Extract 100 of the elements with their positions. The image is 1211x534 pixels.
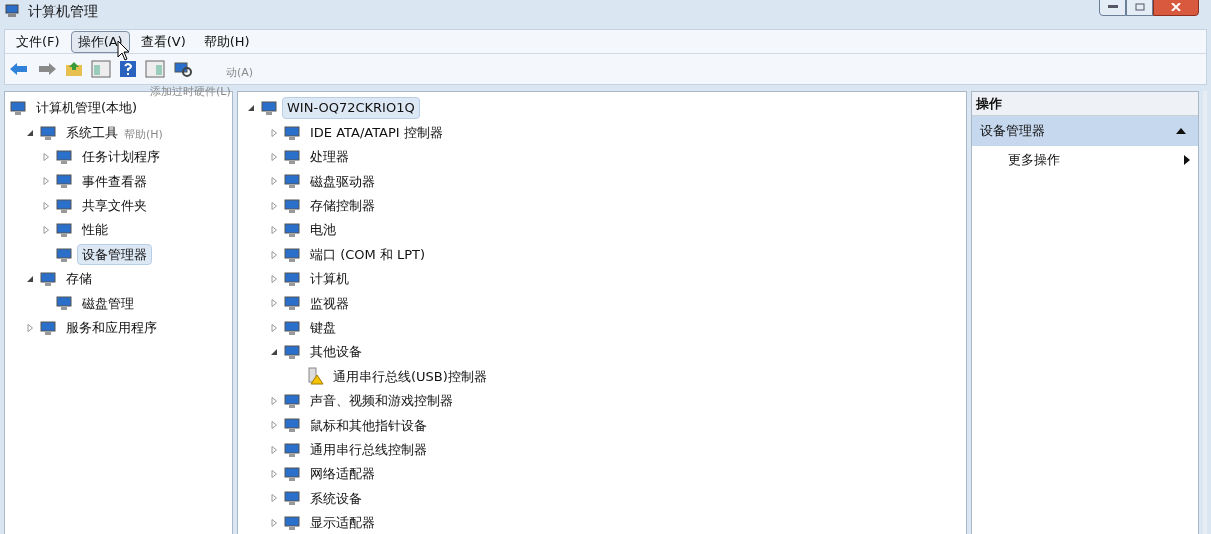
collapsed-arrow-icon[interactable] xyxy=(269,298,279,309)
collapsed-arrow-icon[interactable] xyxy=(269,176,279,187)
expanded-arrow-icon[interactable] xyxy=(246,103,256,114)
expanded-arrow-icon[interactable] xyxy=(269,347,279,358)
collapsed-arrow-icon[interactable] xyxy=(269,444,279,455)
device-icon xyxy=(283,246,301,263)
window-title: 计算机管理 xyxy=(28,1,98,21)
minimize-icon xyxy=(1107,5,1118,9)
collapsed-arrow-icon[interactable] xyxy=(269,225,279,236)
close-button[interactable] xyxy=(1153,0,1199,16)
minimize-button[interactable] xyxy=(1099,0,1126,16)
device-icon xyxy=(55,148,73,165)
tree-item[interactable]: 系统工具 xyxy=(61,121,123,144)
device-icon xyxy=(9,100,27,117)
actions-section-header[interactable]: 设备管理器 xyxy=(972,116,1198,146)
forward-arrow-icon[interactable] xyxy=(37,61,57,77)
tree-item[interactable]: 事件查看器 xyxy=(77,170,152,193)
tree-item[interactable]: 通用串行总线控制器 xyxy=(305,438,432,461)
device-icon xyxy=(55,295,73,312)
device-icon xyxy=(283,222,301,239)
submenu-arrow-icon xyxy=(1184,155,1190,165)
tree-item[interactable]: 键盘 xyxy=(305,316,341,339)
tree-item[interactable]: 设备管理器 xyxy=(77,243,152,266)
tree-item[interactable]: 服务和应用程序 xyxy=(61,316,162,339)
tree-item[interactable]: 存储 xyxy=(61,268,97,290)
tree-item[interactable]: 性能 xyxy=(77,219,113,241)
tree-item[interactable]: 计算机 xyxy=(305,268,354,290)
device-icon xyxy=(283,173,301,190)
tree-item[interactable]: 网络适配器 xyxy=(305,463,380,485)
menu-item[interactable]: 查看(V) xyxy=(133,30,193,53)
device-icon xyxy=(260,100,278,117)
section-title: 设备管理器 xyxy=(980,122,1045,141)
panel-toggle-icon[interactable] xyxy=(91,60,111,78)
tree-item[interactable]: 电池 xyxy=(305,219,341,241)
tree-item[interactable]: IDE ATA/ATAPI 控制器 xyxy=(305,121,448,144)
collapsed-arrow-icon[interactable] xyxy=(269,249,279,260)
device-icon xyxy=(283,124,301,141)
device-icon xyxy=(283,466,301,483)
collapsed-arrow-icon[interactable] xyxy=(41,225,51,236)
collapsed-arrow-icon[interactable] xyxy=(269,127,279,138)
device-icon xyxy=(283,490,301,507)
tree-item[interactable]: 任务计划程序 xyxy=(77,146,165,168)
collapsed-arrow-icon[interactable] xyxy=(269,517,279,528)
device-icon xyxy=(283,441,301,458)
tree-item[interactable]: 处理器 xyxy=(305,146,354,168)
scan-hardware-icon[interactable] xyxy=(173,60,193,78)
device-icon xyxy=(283,344,301,361)
panel-toggle-icon[interactable] xyxy=(145,60,165,78)
collapsed-arrow-icon[interactable] xyxy=(25,322,35,333)
device-icon xyxy=(55,197,73,214)
tree-item[interactable]: 共享文件夹 xyxy=(77,195,152,217)
action-link[interactable]: 更多操作 xyxy=(1008,150,1060,170)
collapsed-arrow-icon[interactable] xyxy=(41,176,51,187)
close-icon xyxy=(1171,3,1181,11)
tree-item[interactable]: 计算机管理(本地) xyxy=(31,97,143,119)
tree-item[interactable]: 监视器 xyxy=(305,292,354,315)
collapsed-arrow-icon[interactable] xyxy=(269,469,279,480)
back-arrow-icon[interactable] xyxy=(9,61,29,77)
device-icon xyxy=(283,270,301,287)
device-icon xyxy=(55,246,73,263)
collapsed-arrow-icon[interactable] xyxy=(269,493,279,504)
tree-item[interactable]: 端口 (COM 和 LPT) xyxy=(305,243,431,266)
collapsed-arrow-icon[interactable] xyxy=(41,151,51,162)
device-icon xyxy=(283,417,301,434)
maximize-icon xyxy=(1134,3,1145,11)
tree-item[interactable]: 磁盘驱动器 xyxy=(305,170,380,193)
actions-header: 操作 xyxy=(972,92,1198,116)
tree-item[interactable]: 声音、视频和游戏控制器 xyxy=(305,390,458,412)
help-icon[interactable] xyxy=(119,60,137,78)
menu-item[interactable]: 文件(F) xyxy=(9,30,67,53)
menu-item[interactable]: 帮助(H) xyxy=(124,129,163,141)
device-icon xyxy=(283,392,301,409)
tree-item[interactable]: 显示适配器 xyxy=(305,512,380,534)
menu-item[interactable]: 帮助(H) xyxy=(196,30,257,53)
tree-item[interactable]: 存储控制器 xyxy=(305,195,380,217)
device-icon xyxy=(283,295,301,312)
collapsed-arrow-icon[interactable] xyxy=(269,273,279,284)
device-icon xyxy=(55,173,73,190)
collapsed-arrow-icon[interactable] xyxy=(269,151,279,162)
tree-item[interactable]: 磁盘管理 xyxy=(77,292,139,315)
collapsed-arrow-icon[interactable] xyxy=(269,322,279,333)
device-icon xyxy=(283,319,301,336)
device-icon xyxy=(55,222,73,239)
device-icon xyxy=(283,197,301,214)
tree-item[interactable]: 鼠标和其他指针设备 xyxy=(305,414,432,436)
collapsed-arrow-icon[interactable] xyxy=(269,395,279,406)
computer-icon xyxy=(4,3,20,19)
collapsed-arrow-icon[interactable] xyxy=(269,420,279,431)
tree-item[interactable]: 系统设备 xyxy=(305,487,367,510)
collapsed-arrow-icon[interactable] xyxy=(41,200,51,211)
folder-up-icon[interactable] xyxy=(65,61,83,77)
collapse-arrow-icon[interactable] xyxy=(1176,127,1186,135)
tree-item[interactable]: 通用串行总线(USB)控制器 xyxy=(328,365,492,388)
device-icon xyxy=(39,124,57,141)
collapsed-arrow-icon[interactable] xyxy=(269,200,279,211)
device-icon xyxy=(39,319,57,336)
maximize-button[interactable] xyxy=(1126,0,1153,16)
tree-item[interactable]: 其他设备 xyxy=(305,341,367,363)
tree-item[interactable]: WIN-OQ72CKRIO1Q xyxy=(282,97,420,119)
device-icon xyxy=(283,148,301,165)
